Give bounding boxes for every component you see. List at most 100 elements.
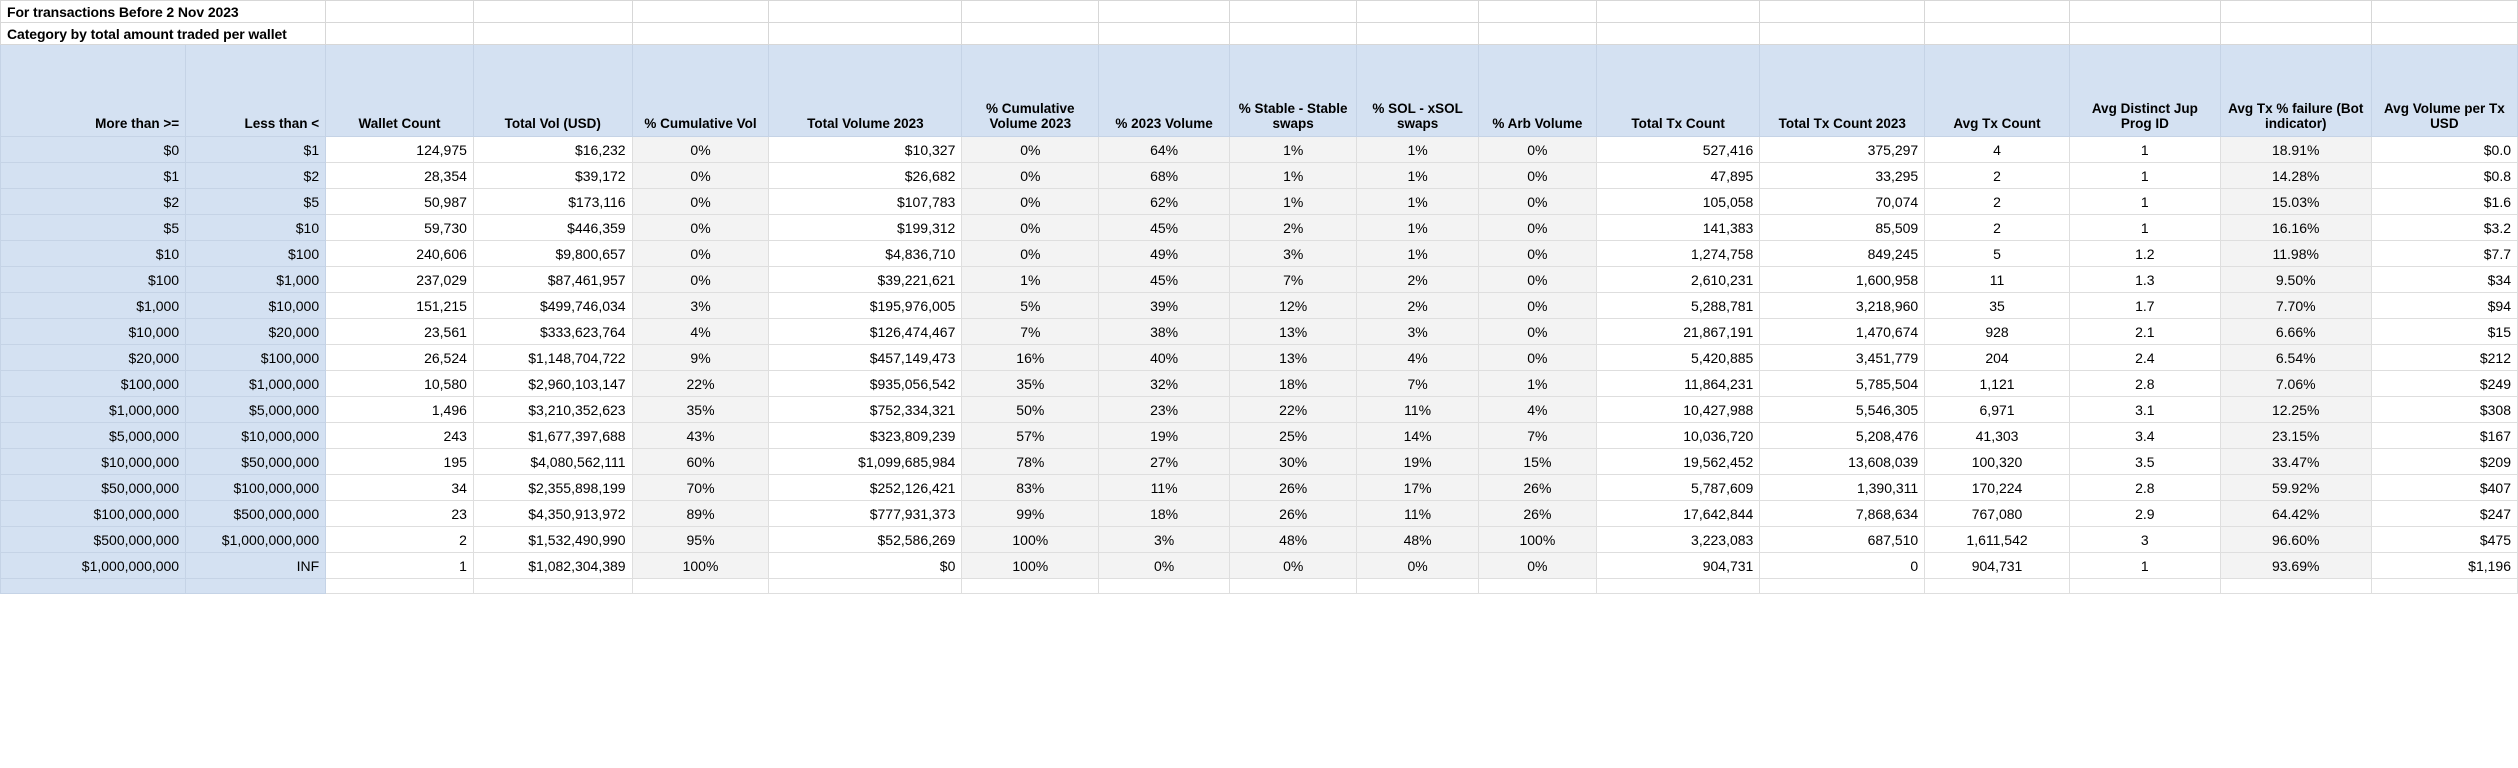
cell-r7-c8[interactable]: 13% — [1229, 319, 1357, 345]
cell-r3-c12[interactable]: 85,509 — [1760, 215, 1925, 241]
cell-r15-c11[interactable]: 3,223,083 — [1597, 527, 1760, 553]
cell-r10-c12[interactable]: 5,546,305 — [1760, 397, 1925, 423]
cell-r8-c3[interactable]: $1,148,704,722 — [473, 345, 632, 371]
cell-r2-c16[interactable]: $1.6 — [2371, 189, 2517, 215]
cell-r3-c0[interactable]: $5 — [1, 215, 186, 241]
table-row[interactable]: $500,000,000$1,000,000,0002$1,532,490,99… — [1, 527, 2518, 553]
cell-r0-c6[interactable]: 0% — [962, 137, 1099, 163]
cell-r4-c8[interactable]: 3% — [1229, 241, 1357, 267]
table-row[interactable]: $5,000,000$10,000,000243$1,677,397,68843… — [1, 423, 2518, 449]
cell-r7-c2[interactable]: 23,561 — [326, 319, 474, 345]
column-header-6[interactable]: % Cumulative Volume 2023 — [962, 45, 1099, 137]
cell-r13-c11[interactable]: 5,787,609 — [1597, 475, 1760, 501]
cell-r9-c1[interactable]: $1,000,000 — [186, 371, 326, 397]
cell-r11-c4[interactable]: 43% — [632, 423, 769, 449]
cell-r11-c1[interactable]: $10,000,000 — [186, 423, 326, 449]
cell-r10-c10[interactable]: 4% — [1478, 397, 1596, 423]
cell-r0-c9[interactable]: 1% — [1357, 137, 1478, 163]
table-row[interactable]: $100,000,000$500,000,00023$4,350,913,972… — [1, 501, 2518, 527]
cell-r15-c6[interactable]: 100% — [962, 527, 1099, 553]
cell-r14-c5[interactable]: $777,931,373 — [769, 501, 962, 527]
cell-r0-c10[interactable]: 0% — [1478, 137, 1596, 163]
column-header-13[interactable]: Avg Tx Count — [1925, 45, 2070, 137]
cell-r12-c3[interactable]: $4,080,562,111 — [473, 449, 632, 475]
cell-r16-c14[interactable]: 1 — [2069, 553, 2220, 579]
cell-r13-c16[interactable]: $407 — [2371, 475, 2517, 501]
cell-r6-c14[interactable]: 1.7 — [2069, 293, 2220, 319]
table-row[interactable]: $1,000,000,000INF1$1,082,304,389100%$010… — [1, 553, 2518, 579]
cell-r4-c13[interactable]: 5 — [1925, 241, 2070, 267]
cell-r15-c4[interactable]: 95% — [632, 527, 769, 553]
cell-r3-c3[interactable]: $446,359 — [473, 215, 632, 241]
cell-r16-c2[interactable]: 1 — [326, 553, 474, 579]
cell-r6-c2[interactable]: 151,215 — [326, 293, 474, 319]
cell-r16-c11[interactable]: 904,731 — [1597, 553, 1760, 579]
cell-r3-c11[interactable]: 141,383 — [1597, 215, 1760, 241]
cell-r10-c5[interactable]: $752,334,321 — [769, 397, 962, 423]
cell-r7-c9[interactable]: 3% — [1357, 319, 1478, 345]
cell-r11-c16[interactable]: $167 — [2371, 423, 2517, 449]
column-header-8[interactable]: % Stable - Stable swaps — [1229, 45, 1357, 137]
cell-r2-c5[interactable]: $107,783 — [769, 189, 962, 215]
column-header-5[interactable]: Total Volume 2023 — [769, 45, 962, 137]
cell-r5-c4[interactable]: 0% — [632, 267, 769, 293]
cell-r0-c5[interactable]: $10,327 — [769, 137, 962, 163]
column-header-16[interactable]: Avg Volume per Tx USD — [2371, 45, 2517, 137]
cell-r0-c14[interactable]: 1 — [2069, 137, 2220, 163]
cell-r15-c2[interactable]: 2 — [326, 527, 474, 553]
cell-r2-c9[interactable]: 1% — [1357, 189, 1478, 215]
cell-r5-c6[interactable]: 1% — [962, 267, 1099, 293]
cell-r2-c6[interactable]: 0% — [962, 189, 1099, 215]
cell-r13-c8[interactable]: 26% — [1229, 475, 1357, 501]
cell-r5-c5[interactable]: $39,221,621 — [769, 267, 962, 293]
cell-r14-c10[interactable]: 26% — [1478, 501, 1596, 527]
cell-r3-c7[interactable]: 45% — [1099, 215, 1230, 241]
cell-r7-c15[interactable]: 6.66% — [2220, 319, 2371, 345]
cell-r13-c9[interactable]: 17% — [1357, 475, 1478, 501]
cell-r5-c10[interactable]: 0% — [1478, 267, 1596, 293]
cell-r10-c7[interactable]: 23% — [1099, 397, 1230, 423]
cell-r9-c15[interactable]: 7.06% — [2220, 371, 2371, 397]
cell-r5-c1[interactable]: $1,000 — [186, 267, 326, 293]
table-row[interactable]: $10,000,000$50,000,000195$4,080,562,1116… — [1, 449, 2518, 475]
cell-r11-c13[interactable]: 41,303 — [1925, 423, 2070, 449]
cell-r16-c13[interactable]: 904,731 — [1925, 553, 2070, 579]
cell-r4-c16[interactable]: $7.7 — [2371, 241, 2517, 267]
cell-r16-c4[interactable]: 100% — [632, 553, 769, 579]
cell-r15-c13[interactable]: 1,611,542 — [1925, 527, 2070, 553]
cell-r11-c15[interactable]: 23.15% — [2220, 423, 2371, 449]
cell-r10-c4[interactable]: 35% — [632, 397, 769, 423]
cell-r5-c14[interactable]: 1.3 — [2069, 267, 2220, 293]
cell-r9-c7[interactable]: 32% — [1099, 371, 1230, 397]
cell-r14-c16[interactable]: $247 — [2371, 501, 2517, 527]
cell-r10-c0[interactable]: $1,000,000 — [1, 397, 186, 423]
cell-r8-c6[interactable]: 16% — [962, 345, 1099, 371]
cell-r15-c10[interactable]: 100% — [1478, 527, 1596, 553]
cell-r6-c10[interactable]: 0% — [1478, 293, 1596, 319]
cell-r4-c5[interactable]: $4,836,710 — [769, 241, 962, 267]
cell-r10-c6[interactable]: 50% — [962, 397, 1099, 423]
cell-r11-c10[interactable]: 7% — [1478, 423, 1596, 449]
cell-r3-c5[interactable]: $199,312 — [769, 215, 962, 241]
cell-r10-c16[interactable]: $308 — [2371, 397, 2517, 423]
cell-r13-c4[interactable]: 70% — [632, 475, 769, 501]
cell-r3-c16[interactable]: $3.2 — [2371, 215, 2517, 241]
cell-r2-c15[interactable]: 15.03% — [2220, 189, 2371, 215]
cell-r12-c13[interactable]: 100,320 — [1925, 449, 2070, 475]
cell-r10-c9[interactable]: 11% — [1357, 397, 1478, 423]
table-row[interactable]: $2$550,987$173,1160%$107,7830%62%1%1%0%1… — [1, 189, 2518, 215]
cell-r1-c2[interactable]: 28,354 — [326, 163, 474, 189]
cell-r5-c3[interactable]: $87,461,957 — [473, 267, 632, 293]
cell-r7-c5[interactable]: $126,474,467 — [769, 319, 962, 345]
cell-r8-c0[interactable]: $20,000 — [1, 345, 186, 371]
cell-r12-c10[interactable]: 15% — [1478, 449, 1596, 475]
cell-r9-c9[interactable]: 7% — [1357, 371, 1478, 397]
column-header-4[interactable]: % Cumulative Vol — [632, 45, 769, 137]
cell-r13-c3[interactable]: $2,355,898,199 — [473, 475, 632, 501]
cell-r15-c0[interactable]: $500,000,000 — [1, 527, 186, 553]
cell-r6-c15[interactable]: 7.70% — [2220, 293, 2371, 319]
cell-r8-c12[interactable]: 3,451,779 — [1760, 345, 1925, 371]
cell-r0-c15[interactable]: 18.91% — [2220, 137, 2371, 163]
cell-r12-c16[interactable]: $209 — [2371, 449, 2517, 475]
cell-r7-c0[interactable]: $10,000 — [1, 319, 186, 345]
